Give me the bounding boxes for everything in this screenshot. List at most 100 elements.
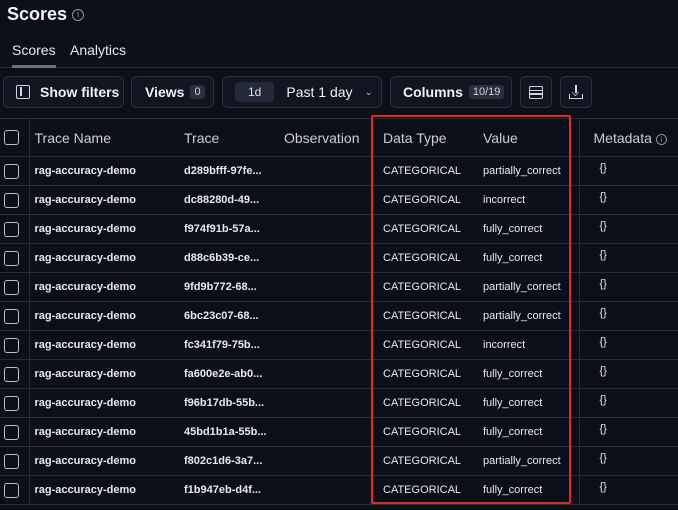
cell-trace-name: rag-accuracy-demo <box>29 156 179 186</box>
table-row[interactable]: rag-accuracy-demo d88c6b39-ce... CATEGORIC… <box>0 243 678 273</box>
table-header-row: Trace Name Trace Observation Data Type V… <box>0 118 678 157</box>
cell-data-type: CATEGORICAL <box>379 417 479 447</box>
cell-trace-name: rag-accuracy-demo <box>29 388 179 418</box>
date-range-label: Past 1 day <box>286 84 353 100</box>
row-select-cell <box>0 330 30 360</box>
cell-value: incorrect <box>479 330 579 360</box>
sidebar-panel-icon <box>16 85 30 99</box>
row-checkbox[interactable] <box>4 308 19 324</box>
cell-value: fully_correct <box>479 243 579 273</box>
chevron-down-icon: ⌄ <box>364 86 373 98</box>
show-filters-button[interactable]: Show filters <box>3 76 124 108</box>
row-height-button[interactable] <box>520 76 552 108</box>
table-row[interactable]: rag-accuracy-demo fc341f79-75b... CATEGORI… <box>0 330 678 360</box>
header-observation[interactable]: Observation <box>279 118 379 157</box>
row-checkbox[interactable] <box>4 366 19 382</box>
columns-label: Columns <box>403 84 463 100</box>
row-select-cell <box>0 446 30 476</box>
cell-data-type: CATEGORICAL <box>379 446 479 476</box>
tab-bar: Scores Analytics <box>0 34 678 68</box>
cell-observation <box>279 272 379 302</box>
cell-trace-name: rag-accuracy-demo <box>29 446 179 476</box>
cell-trace[interactable]: d88c6b39-ce... <box>179 243 279 273</box>
header-data-type[interactable]: Data Type <box>379 118 479 157</box>
select-all-checkbox[interactable] <box>4 130 19 145</box>
cell-value: fully_correct <box>479 417 579 447</box>
cell-data-type: CATEGORICAL <box>379 156 479 186</box>
cell-metadata: {} <box>578 417 678 447</box>
cell-metadata: {} <box>578 330 678 360</box>
table-row[interactable]: rag-accuracy-demo fa600e2e-ab0... CATEGORI… <box>0 359 678 389</box>
row-checkbox[interactable] <box>4 395 19 411</box>
header-trace-name[interactable]: Trace Name <box>29 118 179 157</box>
cell-trace-name: rag-accuracy-demo <box>29 475 179 505</box>
row-checkbox[interactable] <box>4 337 19 353</box>
cell-value: partially_correct <box>479 156 579 186</box>
toolbar: Show filters Views 0 1d Past 1 day ⌄ Col… <box>0 68 678 118</box>
cell-trace[interactable]: f802c1d6-3a7... <box>179 446 279 476</box>
cell-trace-name: rag-accuracy-demo <box>29 330 179 360</box>
columns-button[interactable]: Columns 10/19 <box>390 76 512 108</box>
row-checkbox[interactable] <box>4 424 19 440</box>
row-select-cell <box>0 301 30 331</box>
header-value[interactable]: Value <box>479 118 579 157</box>
table-row[interactable]: rag-accuracy-demo 9fd9b772-68... CATEGORIC… <box>0 272 678 302</box>
row-checkbox[interactable] <box>4 482 19 498</box>
cell-trace-name: rag-accuracy-demo <box>29 185 179 215</box>
cell-data-type: CATEGORICAL <box>379 388 479 418</box>
table-row[interactable]: rag-accuracy-demo 45bd1b1a-55b... CATEGORI… <box>0 417 678 447</box>
cell-observation <box>279 330 379 360</box>
header-trace[interactable]: Trace <box>179 118 279 157</box>
cell-trace[interactable]: fc341f79-75b... <box>179 330 279 360</box>
table-row[interactable]: rag-accuracy-demo 6bc23c07-68... CATEGORIC… <box>0 301 678 331</box>
row-checkbox[interactable] <box>4 453 19 469</box>
table-row[interactable]: rag-accuracy-demo dc88280d-49... CATEGORIC… <box>0 185 678 215</box>
cell-trace-name: rag-accuracy-demo <box>29 243 179 273</box>
row-checkbox[interactable] <box>4 192 19 208</box>
cell-trace-name: rag-accuracy-demo <box>29 301 179 331</box>
cell-trace[interactable]: d289bfff-97fe... <box>179 156 279 186</box>
cell-trace[interactable]: fa600e2e-ab0... <box>179 359 279 389</box>
cell-trace[interactable]: 45bd1b1a-55b... <box>179 417 279 447</box>
header-metadata[interactable]: Metadata i <box>578 118 678 157</box>
cell-value: fully_correct <box>479 388 579 418</box>
table-row[interactable]: rag-accuracy-demo f974f91b-57a... CATEGORI… <box>0 214 678 244</box>
cell-trace[interactable]: f1b947eb-d4f... <box>179 475 279 505</box>
cell-value: partially_correct <box>479 301 579 331</box>
cell-trace[interactable]: f974f91b-57a... <box>179 214 279 244</box>
cell-trace[interactable]: 9fd9b772-68... <box>179 272 279 302</box>
cell-trace-name: rag-accuracy-demo <box>29 417 179 447</box>
cell-trace[interactable]: f96b17db-55b... <box>179 388 279 418</box>
table-row[interactable]: rag-accuracy-demo f96b17db-55b... CATEGORI… <box>0 388 678 418</box>
cell-metadata: {} <box>578 301 678 331</box>
cell-data-type: CATEGORICAL <box>379 330 479 360</box>
date-range-select[interactable]: 1d Past 1 day ⌄ <box>222 76 382 108</box>
cell-data-type: CATEGORICAL <box>379 185 479 215</box>
views-button[interactable]: Views 0 <box>131 76 214 108</box>
select-all-cell <box>0 118 30 157</box>
cell-observation <box>279 446 379 476</box>
table-row[interactable]: rag-accuracy-demo f802c1d6-3a7... CATEGORI… <box>0 446 678 476</box>
cell-trace[interactable]: 6bc23c07-68... <box>179 301 279 331</box>
header-metadata-label: Metadata <box>593 129 652 146</box>
cell-observation <box>279 417 379 447</box>
row-checkbox[interactable] <box>4 163 19 179</box>
cell-trace-name: rag-accuracy-demo <box>29 272 179 302</box>
info-icon[interactable]: i <box>655 133 667 145</box>
table-row[interactable]: rag-accuracy-demo d289bfff-97fe... CATEGOR… <box>0 156 678 186</box>
row-select-cell <box>0 388 30 418</box>
cell-observation <box>279 243 379 273</box>
row-checkbox[interactable] <box>4 279 19 295</box>
cell-metadata: {} <box>578 388 678 418</box>
download-button[interactable] <box>560 76 592 108</box>
cell-trace[interactable]: dc88280d-49... <box>179 185 279 215</box>
cell-metadata: {} <box>578 359 678 389</box>
row-checkbox[interactable] <box>4 221 19 237</box>
page-title: Scores <box>7 4 68 24</box>
tab-scores[interactable]: Scores <box>12 42 56 68</box>
table-row[interactable]: rag-accuracy-demo f1b947eb-d4f... CATEGORI… <box>0 475 678 505</box>
cell-trace-name: rag-accuracy-demo <box>29 214 179 244</box>
info-icon[interactable]: i <box>72 9 84 21</box>
row-checkbox[interactable] <box>4 250 19 266</box>
tab-analytics[interactable]: Analytics <box>70 42 126 65</box>
